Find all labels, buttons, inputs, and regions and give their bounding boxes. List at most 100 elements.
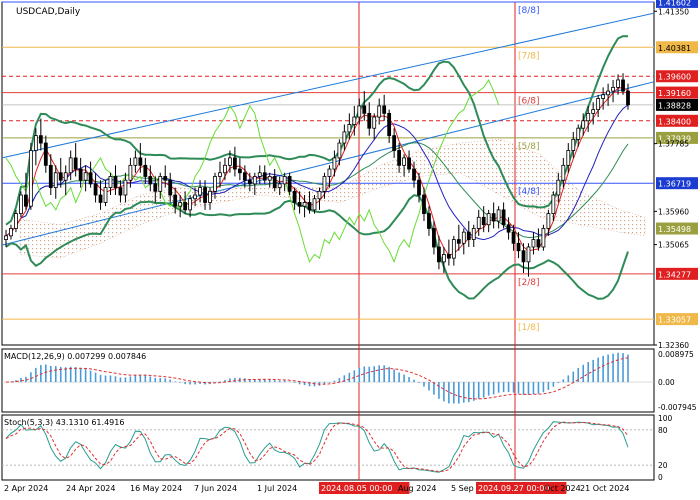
candle-body: [143, 164, 148, 177]
candle-body: [178, 202, 183, 207]
candle-body: [163, 176, 168, 181]
price-marker-label: 1.36719: [658, 180, 691, 189]
candle-body: [63, 172, 68, 181]
time-tick-label: 21 Oct 2024: [580, 484, 629, 493]
candle-body: [282, 176, 287, 185]
candle-body: [556, 179, 561, 196]
candle-body: [516, 242, 521, 252]
macd-label: MACD(12,26,9) 0.007299 0.007846: [4, 352, 146, 361]
candle-body: [307, 202, 312, 211]
usdcad-daily-chart: [8/8][7/8][6/8][5/8][4/8][2/8][1/8] 1.41…: [0, 0, 700, 500]
candle-body: [486, 213, 491, 226]
candle-body: [223, 164, 227, 174]
candle-body: [322, 176, 327, 192]
candle-body: [58, 172, 63, 181]
price-tick-label: 1.41350: [658, 7, 689, 16]
candle-body: [277, 183, 282, 189]
candle-body: [451, 239, 456, 259]
candle-body: [581, 120, 586, 129]
candle-body: [247, 179, 252, 185]
candle-body: [481, 216, 486, 226]
candle-body: [43, 142, 48, 166]
candle-body: [362, 105, 367, 114]
candle-body: [496, 209, 501, 222]
candle-body: [68, 157, 73, 174]
price-marker-label: 1.35498: [658, 225, 691, 234]
murrey-label-6: [1/8]: [518, 323, 540, 333]
candle-body: [606, 90, 610, 96]
macd-tick-label: -0.007945: [658, 403, 697, 412]
candle-body: [546, 213, 551, 229]
candle-body: [4, 235, 8, 240]
stoch-tick-label: 20: [658, 461, 668, 470]
murrey-label-5: [2/8]: [518, 278, 540, 288]
candle-body: [108, 176, 113, 189]
candle-body: [272, 176, 277, 189]
time-tick-label: Oct 2024: [544, 484, 581, 493]
murrey-label-4: [4/8]: [518, 187, 540, 197]
candle-body: [571, 138, 576, 151]
candle-body: [506, 224, 511, 233]
stoch-tick-label: 0: [658, 473, 663, 482]
candle-body: [397, 150, 401, 166]
stoch-tick-label: 80: [658, 426, 668, 435]
candle-body: [198, 187, 202, 196]
candle-body: [228, 157, 232, 166]
candle-body: [461, 231, 466, 244]
candle-body: [407, 157, 411, 170]
candle-body: [73, 157, 78, 170]
candle-body: [566, 150, 571, 166]
time-tick-label: 2024.08.05 00:00: [321, 484, 392, 493]
candle-body: [342, 131, 347, 144]
candle-body: [173, 194, 178, 207]
candle-body: [208, 190, 212, 203]
candle-body: [33, 135, 38, 151]
candle-body: [501, 209, 506, 226]
candle-body: [128, 164, 133, 181]
candle-body: [83, 172, 88, 181]
candle-body: [113, 176, 118, 189]
candle-body: [536, 239, 541, 248]
candle-body: [53, 172, 58, 189]
candle-body: [262, 172, 267, 181]
candle-body: [148, 176, 153, 185]
candle-body: [183, 202, 188, 211]
candle-body: [103, 187, 108, 203]
candle-body: [317, 190, 322, 200]
candle-body: [98, 194, 103, 203]
candle-body: [621, 79, 625, 92]
price-marker-label: 1.39160: [658, 89, 691, 98]
candle-body: [531, 239, 536, 248]
time-tick-label: 1 Jul 2024: [257, 484, 297, 493]
candle-body: [576, 127, 581, 140]
candle-body: [601, 94, 606, 99]
candle-body: [138, 157, 143, 166]
price-tick-label: 1.37785: [658, 140, 689, 149]
price-tick-label: 1.32360: [658, 341, 689, 350]
candle-body: [352, 116, 357, 125]
candle-body: [9, 228, 13, 237]
macd-tick-label: 0.00: [658, 378, 675, 387]
murrey-label-1: [7/8]: [518, 51, 540, 61]
candle-body: [327, 168, 332, 177]
candle-body: [38, 135, 43, 144]
candle-body: [193, 194, 197, 200]
candle-body: [541, 228, 546, 248]
candle-body: [267, 176, 272, 181]
candle-body: [561, 164, 566, 181]
candle-body: [387, 112, 392, 137]
candle-body: [153, 183, 158, 192]
price-marker-label: 1.33057: [658, 316, 691, 325]
candle-body: [93, 183, 98, 196]
candle-body: [432, 228, 436, 248]
candle-body: [372, 116, 377, 129]
candle-body: [446, 254, 451, 259]
candle-body: [471, 228, 476, 240]
candle-body: [526, 246, 531, 263]
candle-body: [347, 124, 352, 133]
candle-body: [511, 231, 516, 244]
candle-body: [367, 112, 372, 129]
candle-body: [337, 142, 342, 159]
candle-body: [19, 194, 23, 214]
candle-body: [14, 213, 18, 229]
